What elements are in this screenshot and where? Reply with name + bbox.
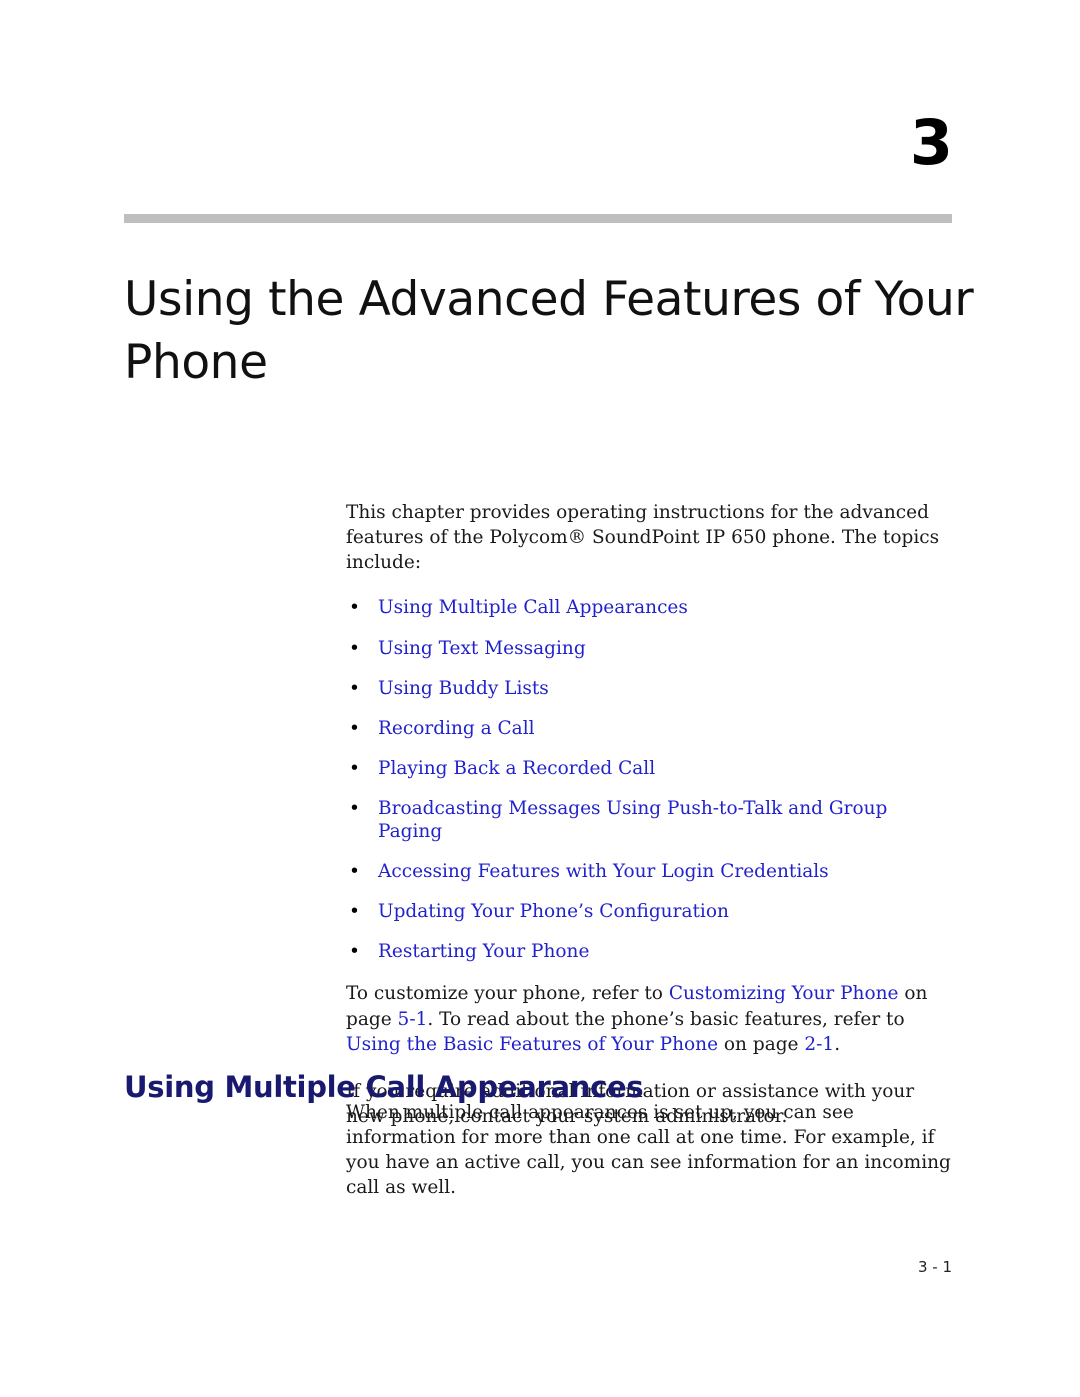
list-item[interactable]: • Restarting Your Phone xyxy=(346,941,950,963)
list-item[interactable]: • Recording a Call xyxy=(346,718,950,740)
topic-link[interactable]: Updating Your Phone’s Configuration xyxy=(378,901,729,922)
page-reference-5-1-link[interactable]: 5-1 xyxy=(398,1009,428,1030)
list-item[interactable]: • Using Multiple Call Appearances xyxy=(346,597,950,619)
chapter-number: 3 xyxy=(909,106,953,179)
list-item[interactable]: • Updating Your Phone’s Configuration xyxy=(346,901,950,923)
list-item[interactable]: • Broadcasting Messages Using Push-to-Ta… xyxy=(346,798,950,842)
document-page: 3 Using the Advanced Features of Your Ph… xyxy=(0,0,1080,1397)
topic-link[interactable]: Broadcasting Messages Using Push-to-Talk… xyxy=(378,798,887,841)
topics-list: • Using Multiple Call Appearances • Usin… xyxy=(346,597,950,963)
page-number-footer: 3 - 1 xyxy=(917,1258,952,1276)
topic-link[interactable]: Using Buddy Lists xyxy=(378,678,549,699)
topic-link[interactable]: Recording a Call xyxy=(378,718,535,739)
topic-link[interactable]: Restarting Your Phone xyxy=(378,941,589,962)
topic-link[interactable]: Using Multiple Call Appearances xyxy=(378,597,688,618)
customizing-your-phone-link[interactable]: Customizing Your Phone xyxy=(669,983,899,1004)
bullet-icon: • xyxy=(349,941,360,963)
list-item[interactable]: • Using Buddy Lists xyxy=(346,678,950,700)
bullet-icon: • xyxy=(349,677,360,699)
bullet-icon: • xyxy=(349,597,360,619)
intro-section: This chapter provides operating instruct… xyxy=(346,500,950,1151)
bullet-icon: • xyxy=(349,798,360,820)
topic-link[interactable]: Accessing Features with Your Login Crede… xyxy=(378,861,829,882)
header-rule xyxy=(124,214,952,223)
list-item[interactable]: • Accessing Features with Your Login Cre… xyxy=(346,861,950,883)
cross-ref-text-3: . To read about the phone’s basic featur… xyxy=(427,1008,905,1030)
cross-reference-paragraph: To customize your phone, refer to Custom… xyxy=(346,981,950,1056)
section-paragraph: When multiple call appearances is set up… xyxy=(346,1102,951,1199)
bullet-icon: • xyxy=(349,637,360,659)
bullet-icon: • xyxy=(349,758,360,780)
topic-link[interactable]: Playing Back a Recorded Call xyxy=(378,758,655,779)
basic-features-link[interactable]: Using the Basic Features of Your Phone xyxy=(346,1034,718,1055)
cross-ref-text-1: To customize your phone, refer to xyxy=(346,983,669,1005)
list-item[interactable]: • Using Text Messaging xyxy=(346,638,950,660)
topic-link[interactable]: Using Text Messaging xyxy=(378,638,586,659)
cross-ref-text-5: . xyxy=(834,1033,841,1055)
section-body: When multiple call appearances is set up… xyxy=(346,1100,954,1223)
page-reference-2-1-link[interactable]: 2-1 xyxy=(804,1034,834,1055)
list-item[interactable]: • Playing Back a Recorded Call xyxy=(346,758,950,780)
intro-paragraph: This chapter provides operating instruct… xyxy=(346,502,940,574)
cross-ref-text-4: on page xyxy=(718,1033,805,1055)
bullet-icon: • xyxy=(349,860,360,882)
bullet-icon: • xyxy=(349,900,360,922)
chapter-title: Using the Advanced Features of Your Phon… xyxy=(124,272,974,390)
bullet-icon: • xyxy=(349,718,360,740)
